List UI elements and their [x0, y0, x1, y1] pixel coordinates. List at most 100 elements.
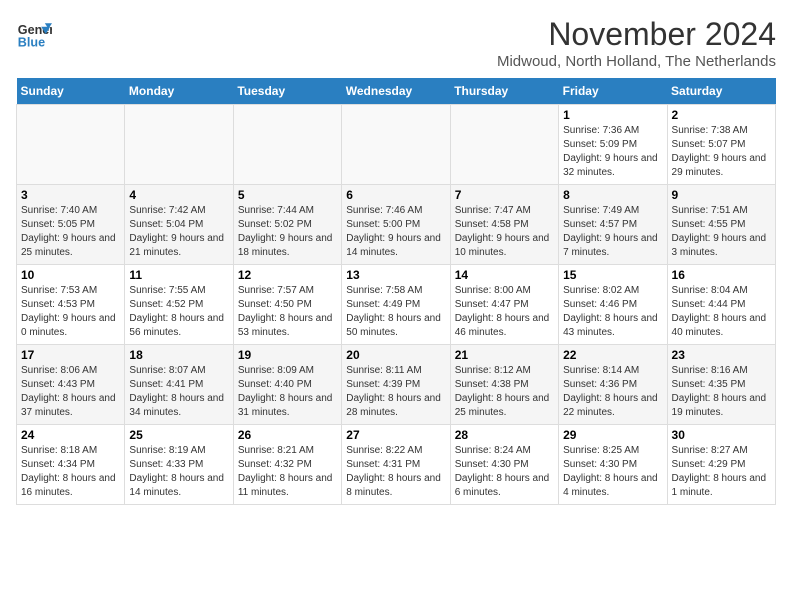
day-number: 14	[455, 268, 554, 282]
day-number: 8	[563, 188, 662, 202]
weekday-header-monday: Monday	[125, 78, 233, 105]
day-info: Sunrise: 7:58 AM Sunset: 4:49 PM Dayligh…	[346, 284, 445, 340]
day-info: Sunrise: 8:19 AM Sunset: 4:33 PM Dayligh…	[129, 444, 228, 500]
logo-icon: General Blue	[16, 16, 52, 52]
day-number: 10	[21, 268, 120, 282]
calendar-cell: 7 Sunrise: 7:47 AM Sunset: 4:58 PM Daylig…	[450, 185, 558, 265]
calendar-week-row: 3 Sunrise: 7:40 AM Sunset: 5:05 PM Daylig…	[17, 185, 776, 265]
day-number: 18	[129, 348, 228, 362]
day-number: 24	[21, 428, 120, 442]
day-info: Sunrise: 8:11 AM Sunset: 4:39 PM Dayligh…	[346, 364, 445, 420]
calendar-cell: 16 Sunrise: 8:04 AM Sunset: 4:44 PM Dayli…	[667, 265, 775, 345]
day-number: 12	[238, 268, 337, 282]
day-number: 4	[129, 188, 228, 202]
calendar-cell: 17Sunrise: 8:06 AM Sunset: 4:43 PM Dayli…	[17, 345, 125, 425]
day-number: 26	[238, 428, 337, 442]
day-number: 19	[238, 348, 337, 362]
day-number: 30	[672, 428, 771, 442]
day-info: Sunrise: 8:14 AM Sunset: 4:36 PM Dayligh…	[563, 364, 662, 420]
day-info: Sunrise: 7:46 AM Sunset: 5:00 PM Dayligh…	[346, 204, 445, 260]
title-area: November 2024 Midwoud, North Holland, Th…	[497, 16, 776, 70]
calendar-cell: 13 Sunrise: 7:58 AM Sunset: 4:49 PM Dayli…	[342, 265, 450, 345]
day-number: 1	[563, 108, 662, 122]
day-info: Sunrise: 7:47 AM Sunset: 4:58 PM Dayligh…	[455, 204, 554, 260]
day-info: Sunrise: 8:16 AM Sunset: 4:35 PM Dayligh…	[672, 364, 771, 420]
day-info: Sunrise: 8:06 AM Sunset: 4:43 PM Dayligh…	[21, 364, 120, 420]
day-number: 28	[455, 428, 554, 442]
day-number: 21	[455, 348, 554, 362]
day-number: 23	[672, 348, 771, 362]
day-info: Sunrise: 7:55 AM Sunset: 4:52 PM Dayligh…	[129, 284, 228, 340]
day-number: 16	[672, 268, 771, 282]
weekday-header-thursday: Thursday	[450, 78, 558, 105]
day-info: Sunrise: 8:07 AM Sunset: 4:41 PM Dayligh…	[129, 364, 228, 420]
weekday-header-sunday: Sunday	[17, 78, 125, 105]
day-info: Sunrise: 8:21 AM Sunset: 4:32 PM Dayligh…	[238, 444, 337, 500]
day-info: Sunrise: 7:53 AM Sunset: 4:53 PM Dayligh…	[21, 284, 120, 340]
calendar-week-row: 10 Sunrise: 7:53 AM Sunset: 4:53 PM Dayli…	[17, 265, 776, 345]
location-title: Midwoud, North Holland, The Netherlands	[497, 53, 776, 70]
day-number: 6	[346, 188, 445, 202]
day-info: Sunrise: 8:09 AM Sunset: 4:40 PM Dayligh…	[238, 364, 337, 420]
day-info: Sunrise: 8:22 AM Sunset: 4:31 PM Dayligh…	[346, 444, 445, 500]
calendar-cell: 27Sunrise: 8:22 AM Sunset: 4:31 PM Dayli…	[342, 425, 450, 505]
day-number: 29	[563, 428, 662, 442]
calendar-cell: 26 Sunrise: 8:21 AM Sunset: 4:32 PM Dayli…	[233, 425, 341, 505]
svg-text:Blue: Blue	[18, 36, 45, 50]
calendar-cell: 29 Sunrise: 8:25 AM Sunset: 4:30 PM Dayli…	[559, 425, 667, 505]
day-number: 3	[21, 188, 120, 202]
weekday-header-wednesday: Wednesday	[342, 78, 450, 105]
day-info: Sunrise: 8:04 AM Sunset: 4:44 PM Dayligh…	[672, 284, 771, 340]
calendar-week-row: 17Sunrise: 8:06 AM Sunset: 4:43 PM Dayli…	[17, 345, 776, 425]
calendar-cell: 2Sunrise: 7:38 AM Sunset: 5:07 PM Daylig…	[667, 105, 775, 185]
page-header: General Blue November 2024 Midwoud, Nort…	[16, 16, 776, 70]
day-info: Sunrise: 7:57 AM Sunset: 4:50 PM Dayligh…	[238, 284, 337, 340]
calendar-cell: 15Sunrise: 8:02 AM Sunset: 4:46 PM Dayli…	[559, 265, 667, 345]
calendar-cell: 12 Sunrise: 7:57 AM Sunset: 4:50 PM Dayli…	[233, 265, 341, 345]
calendar-cell: 10 Sunrise: 7:53 AM Sunset: 4:53 PM Dayli…	[17, 265, 125, 345]
day-number: 7	[455, 188, 554, 202]
day-info: Sunrise: 7:51 AM Sunset: 4:55 PM Dayligh…	[672, 204, 771, 260]
calendar-cell: 30 Sunrise: 8:27 AM Sunset: 4:29 PM Dayli…	[667, 425, 775, 505]
day-info: Sunrise: 8:18 AM Sunset: 4:34 PM Dayligh…	[21, 444, 120, 500]
day-number: 13	[346, 268, 445, 282]
calendar-cell: 5 Sunrise: 7:44 AM Sunset: 5:02 PM Daylig…	[233, 185, 341, 265]
day-info: Sunrise: 8:24 AM Sunset: 4:30 PM Dayligh…	[455, 444, 554, 500]
day-number: 22	[563, 348, 662, 362]
weekday-header-row: SundayMondayTuesdayWednesdayThursdayFrid…	[17, 78, 776, 105]
weekday-header-tuesday: Tuesday	[233, 78, 341, 105]
calendar-cell: 9Sunrise: 7:51 AM Sunset: 4:55 PM Daylig…	[667, 185, 775, 265]
calendar-table: SundayMondayTuesdayWednesdayThursdayFrid…	[16, 78, 776, 505]
day-info: Sunrise: 8:00 AM Sunset: 4:47 PM Dayligh…	[455, 284, 554, 340]
calendar-cell: 18 Sunrise: 8:07 AM Sunset: 4:41 PM Dayli…	[125, 345, 233, 425]
day-info: Sunrise: 8:12 AM Sunset: 4:38 PM Dayligh…	[455, 364, 554, 420]
day-info: Sunrise: 7:36 AM Sunset: 5:09 PM Dayligh…	[563, 124, 662, 180]
calendar-cell: 25Sunrise: 8:19 AM Sunset: 4:33 PM Dayli…	[125, 425, 233, 505]
calendar-cell: 24 Sunrise: 8:18 AM Sunset: 4:34 PM Dayli…	[17, 425, 125, 505]
logo: General Blue	[16, 16, 52, 52]
day-number: 5	[238, 188, 337, 202]
weekday-header-friday: Friday	[559, 78, 667, 105]
calendar-cell: 8 Sunrise: 7:49 AM Sunset: 4:57 PM Daylig…	[559, 185, 667, 265]
day-number: 11	[129, 268, 228, 282]
calendar-cell: 22 Sunrise: 8:14 AM Sunset: 4:36 PM Dayli…	[559, 345, 667, 425]
calendar-cell: 1 Sunrise: 7:36 AM Sunset: 5:09 PM Daylig…	[559, 105, 667, 185]
calendar-cell: 23 Sunrise: 8:16 AM Sunset: 4:35 PM Dayli…	[667, 345, 775, 425]
day-info: Sunrise: 7:44 AM Sunset: 5:02 PM Dayligh…	[238, 204, 337, 260]
day-info: Sunrise: 8:27 AM Sunset: 4:29 PM Dayligh…	[672, 444, 771, 500]
day-info: Sunrise: 8:02 AM Sunset: 4:46 PM Dayligh…	[563, 284, 662, 340]
day-info: Sunrise: 8:25 AM Sunset: 4:30 PM Dayligh…	[563, 444, 662, 500]
day-number: 20	[346, 348, 445, 362]
calendar-cell: 3 Sunrise: 7:40 AM Sunset: 5:05 PM Daylig…	[17, 185, 125, 265]
calendar-week-row: 1 Sunrise: 7:36 AM Sunset: 5:09 PM Daylig…	[17, 105, 776, 185]
calendar-cell	[342, 105, 450, 185]
day-info: Sunrise: 7:49 AM Sunset: 4:57 PM Dayligh…	[563, 204, 662, 260]
calendar-cell: 28 Sunrise: 8:24 AM Sunset: 4:30 PM Dayli…	[450, 425, 558, 505]
day-info: Sunrise: 7:40 AM Sunset: 5:05 PM Dayligh…	[21, 204, 120, 260]
calendar-cell	[233, 105, 341, 185]
calendar-cell: 6 Sunrise: 7:46 AM Sunset: 5:00 PM Daylig…	[342, 185, 450, 265]
calendar-week-row: 24 Sunrise: 8:18 AM Sunset: 4:34 PM Dayli…	[17, 425, 776, 505]
calendar-cell: 20 Sunrise: 8:11 AM Sunset: 4:39 PM Dayli…	[342, 345, 450, 425]
calendar-cell: 14 Sunrise: 8:00 AM Sunset: 4:47 PM Dayli…	[450, 265, 558, 345]
calendar-cell	[17, 105, 125, 185]
